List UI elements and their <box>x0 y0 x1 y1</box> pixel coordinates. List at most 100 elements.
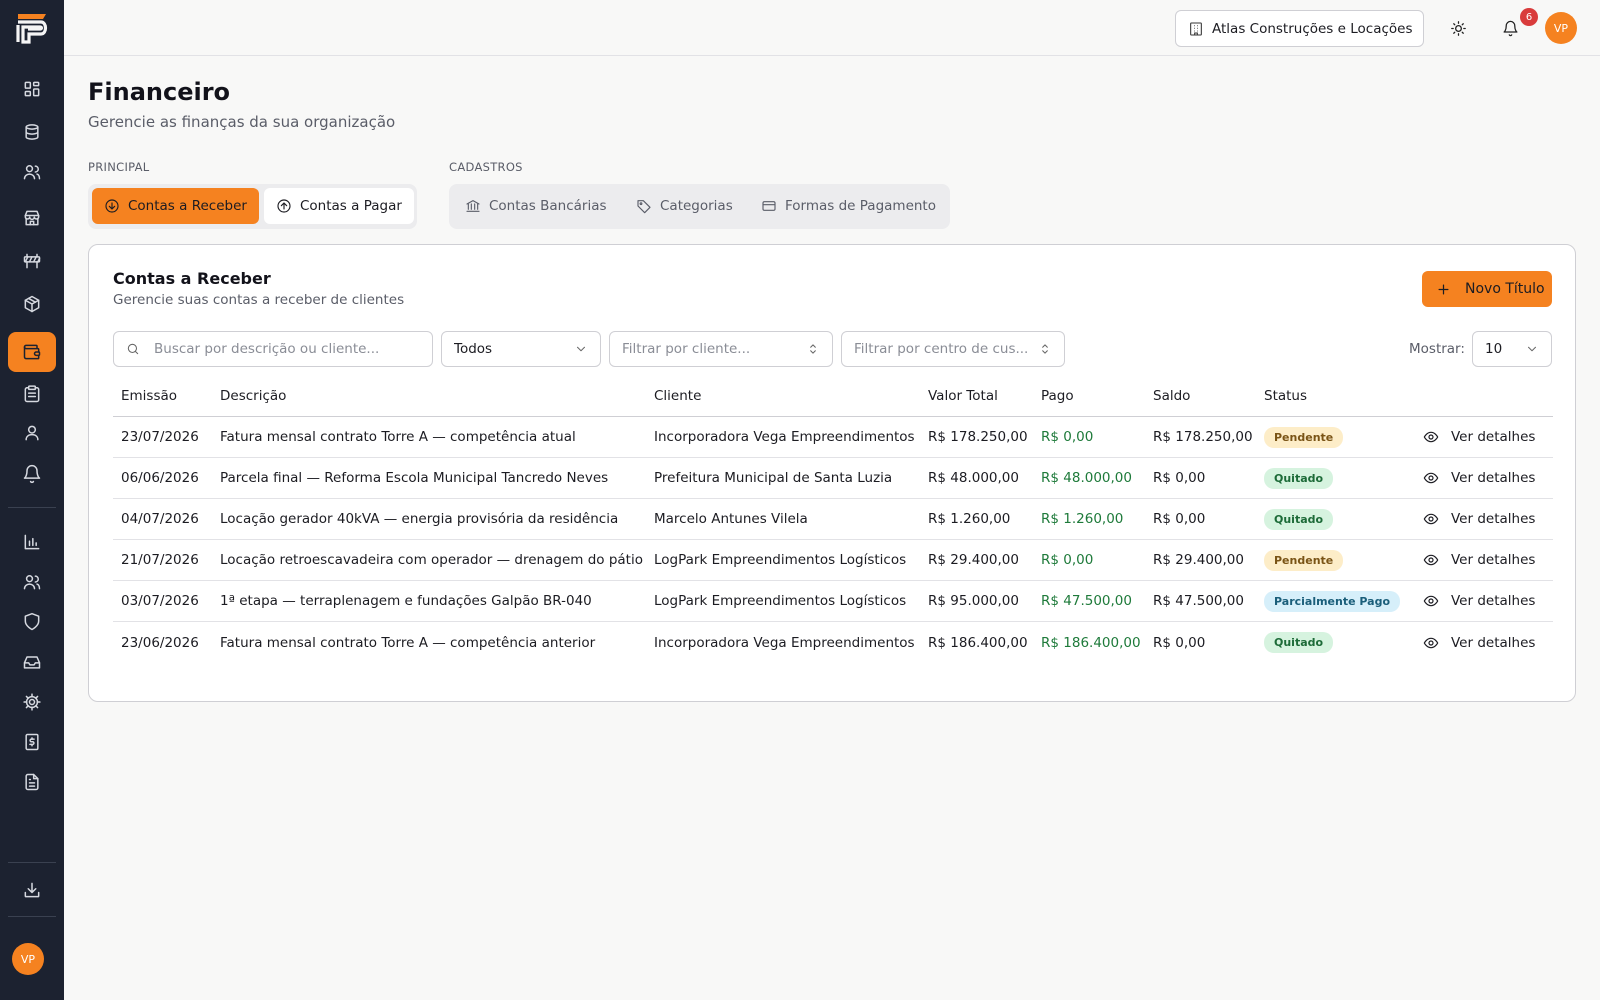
eye-icon <box>1423 431 1439 443</box>
status-badge: Pendente <box>1264 549 1344 571</box>
sidebar-divider <box>8 507 56 508</box>
arrow-up-circle-icon <box>277 199 291 213</box>
tab-categorias[interactable]: Categorias <box>624 188 745 224</box>
sidebar-avatar[interactable]: VP <box>12 943 44 975</box>
nav-barrier-icon[interactable] <box>8 241 56 281</box>
cell-cliente: Incorporadora Vega Empreendimentos <box>654 429 915 445</box>
table-row: 03/07/2026 1ª etapa — terraplenagem e fu… <box>113 581 1553 622</box>
page-size-label: Mostrar: <box>1409 341 1465 357</box>
nav-receipt-icon[interactable] <box>8 722 56 762</box>
tab-contas-bancarias[interactable]: Contas Bancárias <box>453 188 619 224</box>
tab-label: Contas a Pagar <box>300 198 402 214</box>
cost-center-filter-placeholder: Filtrar por centro de cus... <box>854 341 1029 357</box>
cell-descricao: Locação retroescavadeira com operador — … <box>220 552 643 568</box>
view-details-link[interactable]: Ver detalhes <box>1423 581 1535 621</box>
nav-document-icon[interactable] <box>8 762 56 802</box>
eye-icon <box>1423 513 1439 525</box>
status-badge: Quitado <box>1264 467 1334 489</box>
tab-formas-de-pagamento[interactable]: Formas de Pagamento <box>749 188 948 224</box>
organization-selector[interactable]: Atlas Construções e Locações <box>1175 10 1424 47</box>
nav-database-icon[interactable] <box>8 112 56 152</box>
cell-descricao: 1ª etapa — terraplenagem e fundações Gal… <box>220 593 592 609</box>
column-header-cliente[interactable]: Cliente <box>654 375 701 416</box>
tag-icon <box>637 200 651 214</box>
table-row: 21/07/2026 Locação retroescavadeira com … <box>113 540 1553 581</box>
table-row: 06/06/2026 Parcela final — Reforma Escol… <box>113 458 1553 499</box>
nav-settings-icon[interactable] <box>8 682 56 722</box>
cost-center-filter[interactable]: Filtrar por centro de cus... <box>841 331 1065 367</box>
view-details-link[interactable]: Ver detalhes <box>1423 622 1535 663</box>
cell-valor-total: R$ 48.000,00 <box>928 470 1019 486</box>
nav-wallet-icon[interactable] <box>8 332 56 372</box>
nav-user-icon[interactable] <box>8 413 56 453</box>
download-icon[interactable] <box>8 870 56 910</box>
status-select[interactable]: Todos <box>441 331 601 367</box>
nav-box-icon[interactable] <box>8 284 56 324</box>
nav-users-group-icon[interactable] <box>8 562 56 602</box>
organization-name: Atlas Construções e Locações <box>1212 20 1413 37</box>
eye-icon <box>1423 637 1439 648</box>
sidebar-divider-footer <box>8 916 56 917</box>
view-details-link[interactable]: Ver detalhes <box>1423 458 1535 498</box>
cell-pago: R$ 0,00 <box>1041 429 1094 445</box>
bank-icon <box>466 200 480 212</box>
theme-toggle[interactable] <box>1444 14 1472 42</box>
group-label-principal: PRINCIPAL <box>88 160 150 174</box>
brand-logo-icon[interactable] <box>15 11 49 45</box>
nav-shield-icon[interactable] <box>8 602 56 642</box>
cell-pago: R$ 1.260,00 <box>1041 511 1124 527</box>
column-header-saldo[interactable]: Saldo <box>1153 375 1190 416</box>
cell-emissao: 03/07/2026 <box>121 593 199 609</box>
tab-contas-a-receber[interactable]: Contas a Receber <box>92 188 259 224</box>
view-details-label: Ver detalhes <box>1451 552 1536 568</box>
cell-status: Quitado <box>1264 622 1334 663</box>
client-filter[interactable]: Filtrar por cliente... <box>609 331 833 367</box>
page-subtitle: Gerencie as finanças da sua organização <box>88 113 396 131</box>
nav-store-icon[interactable] <box>8 198 56 238</box>
chevron-down-icon <box>1527 346 1537 352</box>
search-icon <box>127 343 139 355</box>
view-details-label: Ver detalhes <box>1451 634 1536 651</box>
sidebar: VP <box>0 0 64 1000</box>
cell-cliente: Incorporadora Vega Empreendimentos <box>654 634 915 651</box>
column-header-status[interactable]: Status <box>1264 375 1307 416</box>
cell-valor-total: R$ 186.400,00 <box>928 634 1028 651</box>
search-input[interactable]: Buscar por descrição ou cliente... <box>113 331 433 367</box>
user-avatar[interactable]: VP <box>1545 12 1577 44</box>
view-details-link[interactable]: Ver detalhes <box>1423 499 1535 539</box>
nav-bar-chart-icon[interactable] <box>8 522 56 562</box>
column-header-pago[interactable]: Pago <box>1041 375 1074 416</box>
credit-card-icon <box>762 201 776 211</box>
status-badge: Pendente <box>1264 426 1344 448</box>
cell-pago: R$ 186.400,00 <box>1041 634 1141 651</box>
new-title-button[interactable]: Novo Título <box>1422 271 1552 307</box>
column-header-valor-total[interactable]: Valor Total <box>928 375 998 416</box>
nav-clipboard-icon[interactable] <box>8 374 56 414</box>
nav-users-icon[interactable] <box>8 152 56 192</box>
cell-saldo: R$ 0,00 <box>1153 511 1206 527</box>
page-size-select[interactable]: 10 <box>1472 331 1552 367</box>
cell-pago: R$ 47.500,00 <box>1041 593 1132 609</box>
bell-icon <box>1502 20 1518 36</box>
view-details-link[interactable]: Ver detalhes <box>1423 540 1535 580</box>
tab-contas-a-pagar[interactable]: Contas a Pagar <box>264 188 414 224</box>
tab-label: Contas a Receber <box>128 198 247 214</box>
chevron-down-icon <box>576 346 586 352</box>
view-details-link[interactable]: Ver detalhes <box>1423 417 1535 457</box>
column-header-emissao[interactable]: Emissão <box>121 375 177 416</box>
cell-descricao: Locação gerador 40kVA — energia provisór… <box>220 511 619 527</box>
view-details-label: Ver detalhes <box>1451 593 1536 609</box>
nav-dashboard-icon[interactable] <box>8 69 56 109</box>
cell-pago: R$ 0,00 <box>1041 552 1094 568</box>
table-header-row: Emissão Descrição Cliente Valor Total Pa… <box>113 375 1553 417</box>
cell-status: Quitado <box>1264 499 1334 539</box>
cell-status: Pendente <box>1264 417 1344 457</box>
nav-bell-icon[interactable] <box>8 454 56 494</box>
cell-saldo: R$ 0,00 <box>1153 634 1206 651</box>
sidebar-divider-bottom <box>8 862 56 863</box>
column-header-descricao[interactable]: Descrição <box>220 375 286 416</box>
cell-valor-total: R$ 1.260,00 <box>928 511 1011 527</box>
nav-inbox-icon[interactable] <box>8 642 56 682</box>
cell-saldo: R$ 47.500,00 <box>1153 593 1244 609</box>
card-title: Contas a Receber <box>113 269 271 288</box>
